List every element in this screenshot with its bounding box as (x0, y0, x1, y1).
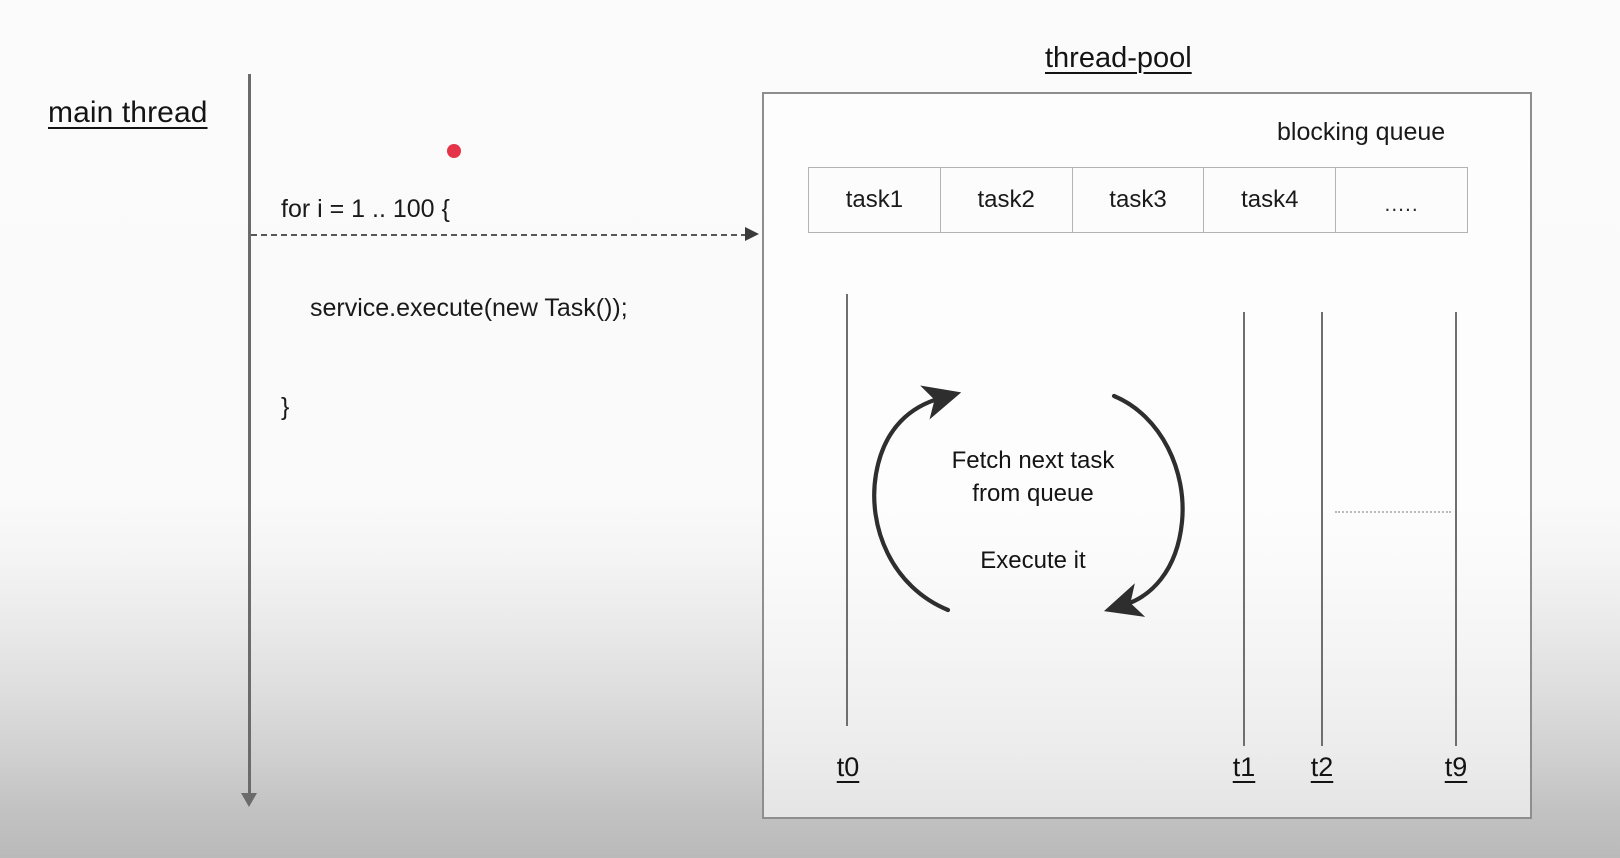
worker-label-t0: t0 (836, 752, 860, 782)
worker-lifeline-t0 (846, 294, 848, 726)
loop-fetch-line-1: Fetch next task (951, 447, 1115, 474)
blocking-queue-label: blocking queue (1277, 118, 1446, 146)
loop-fetch-line-2: from queue (972, 480, 1094, 507)
cursor-dot-icon (447, 144, 461, 158)
dispatch-arrowhead-icon (745, 227, 759, 241)
execution-loop-text: Fetch next task from queue Execute it (930, 444, 1136, 577)
main-thread-code-block: for i = 1 .. 100 { service.execute(new T… (281, 127, 628, 457)
worker-label-t9: t9 (1444, 752, 1468, 782)
main-thread-label: main thread (48, 96, 208, 129)
code-line-execute: service.execute(new Task()); (310, 294, 628, 322)
blocking-queue: task1 task2 task3 task4 ..... (808, 167, 1468, 233)
queue-cell-task4: task4 (1204, 168, 1337, 232)
queue-cell-task3: task3 (1073, 168, 1205, 232)
main-thread-arrowhead-icon (241, 793, 257, 807)
worker-ellipsis-dotted-line (1335, 511, 1451, 513)
worker-lifeline-t1 (1243, 312, 1245, 746)
worker-lifeline-t2 (1321, 312, 1323, 746)
queue-cell-overflow: ..... (1384, 193, 1419, 216)
code-line-close-brace: } (281, 393, 290, 421)
dispatch-dashed-connector (251, 234, 747, 236)
thread-pool-title: thread-pool (1045, 42, 1192, 74)
main-thread-lifeline (248, 74, 251, 802)
queue-cell-task2: task2 (941, 168, 1073, 232)
queue-cell-task1: task1 (809, 168, 941, 232)
code-line-for: for i = 1 .. 100 { (281, 195, 450, 223)
worker-label-t1: t1 (1232, 752, 1256, 782)
loop-execute-line: Execute it (980, 547, 1086, 574)
worker-label-t2: t2 (1310, 752, 1334, 782)
worker-lifeline-t9 (1455, 312, 1457, 746)
